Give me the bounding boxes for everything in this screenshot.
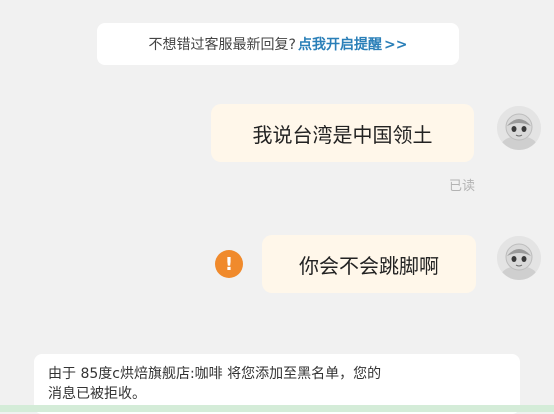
- message-bubble[interactable]: 你会不会跳脚啊: [262, 235, 476, 293]
- system-notice-line1: 由于 85度c烘焙旗舰店:咖啡 将您添加至黑名单，您的: [48, 366, 382, 382]
- user-avatar-icon[interactable]: [497, 106, 541, 150]
- read-status: 已读: [448, 179, 475, 194]
- message-bubble[interactable]: 我说台湾是中国领土: [211, 104, 474, 162]
- reminder-text: 不想错过客服最新回复?: [148, 37, 296, 53]
- bottom-strip: [0, 405, 554, 412]
- reminder-notice: 不想错过客服最新回复? 点我开启提醒 >>: [97, 23, 459, 65]
- system-notice-line2: 消息已被拒收。: [48, 386, 146, 402]
- exclamation-icon[interactable]: !: [215, 250, 243, 278]
- user-avatar-icon[interactable]: [497, 236, 541, 280]
- chevron-right-icon: >>: [383, 37, 408, 53]
- message-text: 你会不会跳脚啊: [299, 253, 439, 278]
- message-text: 我说台湾是中国领土: [252, 122, 433, 147]
- enable-reminder-label: 点我开启提醒: [297, 37, 382, 53]
- enable-reminder-link[interactable]: 点我开启提醒 >>: [298, 34, 407, 54]
